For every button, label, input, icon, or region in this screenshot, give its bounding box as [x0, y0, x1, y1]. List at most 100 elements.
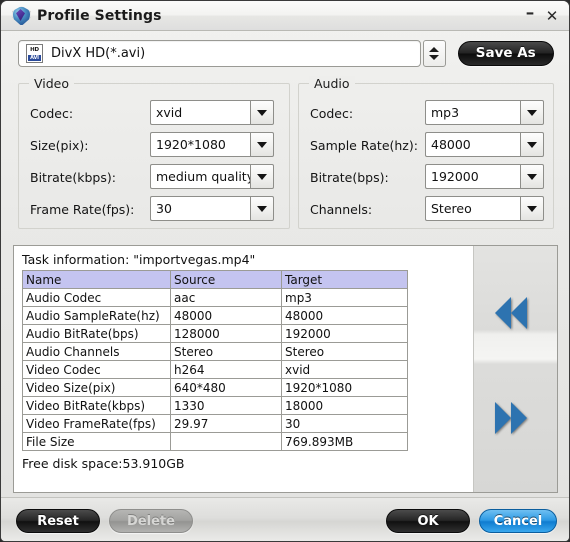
audio-codec-dropdown-arrow[interactable] [520, 100, 544, 125]
audio-channels-value: Stereo [425, 196, 520, 221]
audio-samplerate-label: Sample Rate(hz): [310, 137, 418, 153]
minimize-icon[interactable]: – [519, 2, 541, 30]
video-bitrate-select[interactable]: medium quality [150, 164, 274, 189]
profile-spinner-button[interactable] [423, 39, 446, 67]
task-navigation-strip [473, 246, 557, 492]
column-header-name: Name [22, 270, 171, 289]
file-icon-hd-text: HD [30, 46, 39, 53]
row-target: Stereo [281, 342, 408, 361]
video-size-select[interactable]: 1920*1080 [150, 132, 274, 157]
task-information-title: Task information: "importvegas.mp4" [22, 252, 256, 267]
profile-combobox[interactable]: HD AVI DivX HD(*.avi) [18, 39, 422, 67]
row-target: 30 [281, 414, 408, 433]
video-framerate-select[interactable]: 30 [150, 196, 274, 221]
title-bar: Profile Settings – ✕ [1, 1, 569, 31]
profile-selected-value: DivX HD(*.avi) [51, 45, 146, 61]
forward-right-icon [494, 402, 511, 434]
column-header-source: Source [170, 270, 282, 289]
audio-samplerate-select[interactable]: 48000 [425, 132, 544, 157]
next-task-button[interactable] [483, 401, 538, 435]
audio-channels-select[interactable]: Stereo [425, 196, 544, 221]
footer-button-bar: Reset Delete OK Cancel [1, 497, 569, 541]
video-framerate-dropdown-arrow[interactable] [250, 196, 274, 221]
audio-codec-label: Codec: [310, 105, 354, 121]
ok-button[interactable]: OK [386, 509, 470, 533]
audio-channels-label: Channels: [310, 201, 373, 217]
audio-bitrate-value: 192000 [425, 164, 520, 189]
video-framerate-value: 30 [150, 196, 250, 221]
row-name: Audio SampleRate(hz) [22, 306, 171, 325]
column-header-target: Target [281, 270, 408, 289]
row-target: mp3 [281, 288, 408, 307]
rewind-left-icon [510, 297, 527, 329]
row-target: 18000 [281, 396, 408, 415]
row-target: 192000 [281, 324, 408, 343]
row-source: Stereo [170, 342, 282, 361]
video-codec-select[interactable]: xvid [150, 100, 274, 125]
audio-group-legend: Audio [309, 76, 355, 91]
save-as-button[interactable]: Save As [457, 40, 554, 66]
cancel-button[interactable]: Cancel [479, 509, 557, 533]
table-row: File Size 769.893MB [22, 432, 408, 451]
video-size-dropdown-arrow[interactable] [250, 132, 274, 157]
forward-right-icon [510, 402, 527, 434]
table-row: Video Codec h264 xvid [22, 360, 408, 379]
task-information-table: Name Source Target Audio Codec aac mp3 A… [22, 270, 408, 451]
video-bitrate-label: Bitrate(kbps): [30, 169, 116, 185]
row-name: Video Size(pix) [22, 378, 171, 397]
row-source: 48000 [170, 306, 282, 325]
profile-selector-row: HD AVI DivX HD(*.avi) Save As [18, 39, 554, 67]
audio-channels-dropdown-arrow[interactable] [520, 196, 544, 221]
table-header-row: Name Source Target [22, 270, 408, 289]
close-icon[interactable]: ✕ [541, 5, 563, 27]
audio-codec-row: Codec: [310, 100, 353, 126]
audio-bitrate-dropdown-arrow[interactable] [520, 164, 544, 189]
row-name: Video FrameRate(fps) [22, 414, 171, 433]
row-source: 640*480 [170, 378, 282, 397]
audio-samplerate-dropdown-arrow[interactable] [520, 132, 544, 157]
table-row: Video FrameRate(fps) 29.97 30 [22, 414, 408, 433]
delete-button: Delete [109, 509, 193, 533]
table-row: Audio Channels Stereo Stereo [22, 342, 408, 361]
divx-hd-avi-file-icon: HD AVI [26, 43, 43, 63]
row-target: xvid [281, 360, 408, 379]
window-title: Profile Settings [37, 7, 162, 24]
free-disk-space-label: Free disk space:53.910GB [22, 456, 185, 471]
reset-button[interactable]: Reset [16, 509, 100, 533]
row-target: 48000 [281, 306, 408, 325]
audio-codec-value: mp3 [425, 100, 520, 125]
audio-samplerate-value: 48000 [425, 132, 520, 157]
video-bitrate-dropdown-arrow[interactable] [250, 164, 274, 189]
video-settings-group: Video Codec: xvid Size(pix): 1920*1080 B… [18, 76, 290, 229]
row-target: 769.893MB [281, 432, 408, 451]
audio-codec-select[interactable]: mp3 [425, 100, 544, 125]
video-size-row: Size(pix): [30, 132, 88, 158]
table-row: Audio BitRate(bps) 128000 192000 [22, 324, 408, 343]
row-name: Video BitRate(kbps) [22, 396, 171, 415]
previous-task-button[interactable] [483, 296, 538, 330]
row-name: Audio BitRate(bps) [22, 324, 171, 343]
video-bitrate-value: medium quality [150, 164, 250, 189]
task-information-panel: Task information: "importvegas.mp4" Name… [13, 245, 558, 493]
row-source [170, 432, 282, 451]
video-framerate-row: Frame Rate(fps): [30, 196, 134, 222]
audio-settings-group: Audio Codec: mp3 Sample Rate(hz): 48000 … [298, 76, 554, 229]
chevron-down-icon [429, 54, 440, 60]
row-source: h264 [170, 360, 282, 379]
audio-bitrate-row: Bitrate(bps): [310, 164, 389, 190]
row-source: 29.97 [170, 414, 282, 433]
video-group-legend: Video [29, 76, 75, 91]
table-row: Video Size(pix) 640*480 1920*1080 [22, 378, 408, 397]
table-row: Video BitRate(kbps) 1330 18000 [22, 396, 408, 415]
app-shield-icon [11, 6, 31, 26]
audio-channels-row: Channels: [310, 196, 372, 222]
audio-bitrate-select[interactable]: 192000 [425, 164, 544, 189]
video-codec-label: Codec: [30, 105, 74, 121]
video-bitrate-row: Bitrate(kbps): [30, 164, 116, 190]
video-size-value: 1920*1080 [150, 132, 250, 157]
row-name: File Size [22, 432, 171, 451]
row-source: 128000 [170, 324, 282, 343]
row-name: Audio Codec [22, 288, 171, 307]
video-size-label: Size(pix): [30, 137, 89, 153]
video-codec-dropdown-arrow[interactable] [250, 100, 274, 125]
